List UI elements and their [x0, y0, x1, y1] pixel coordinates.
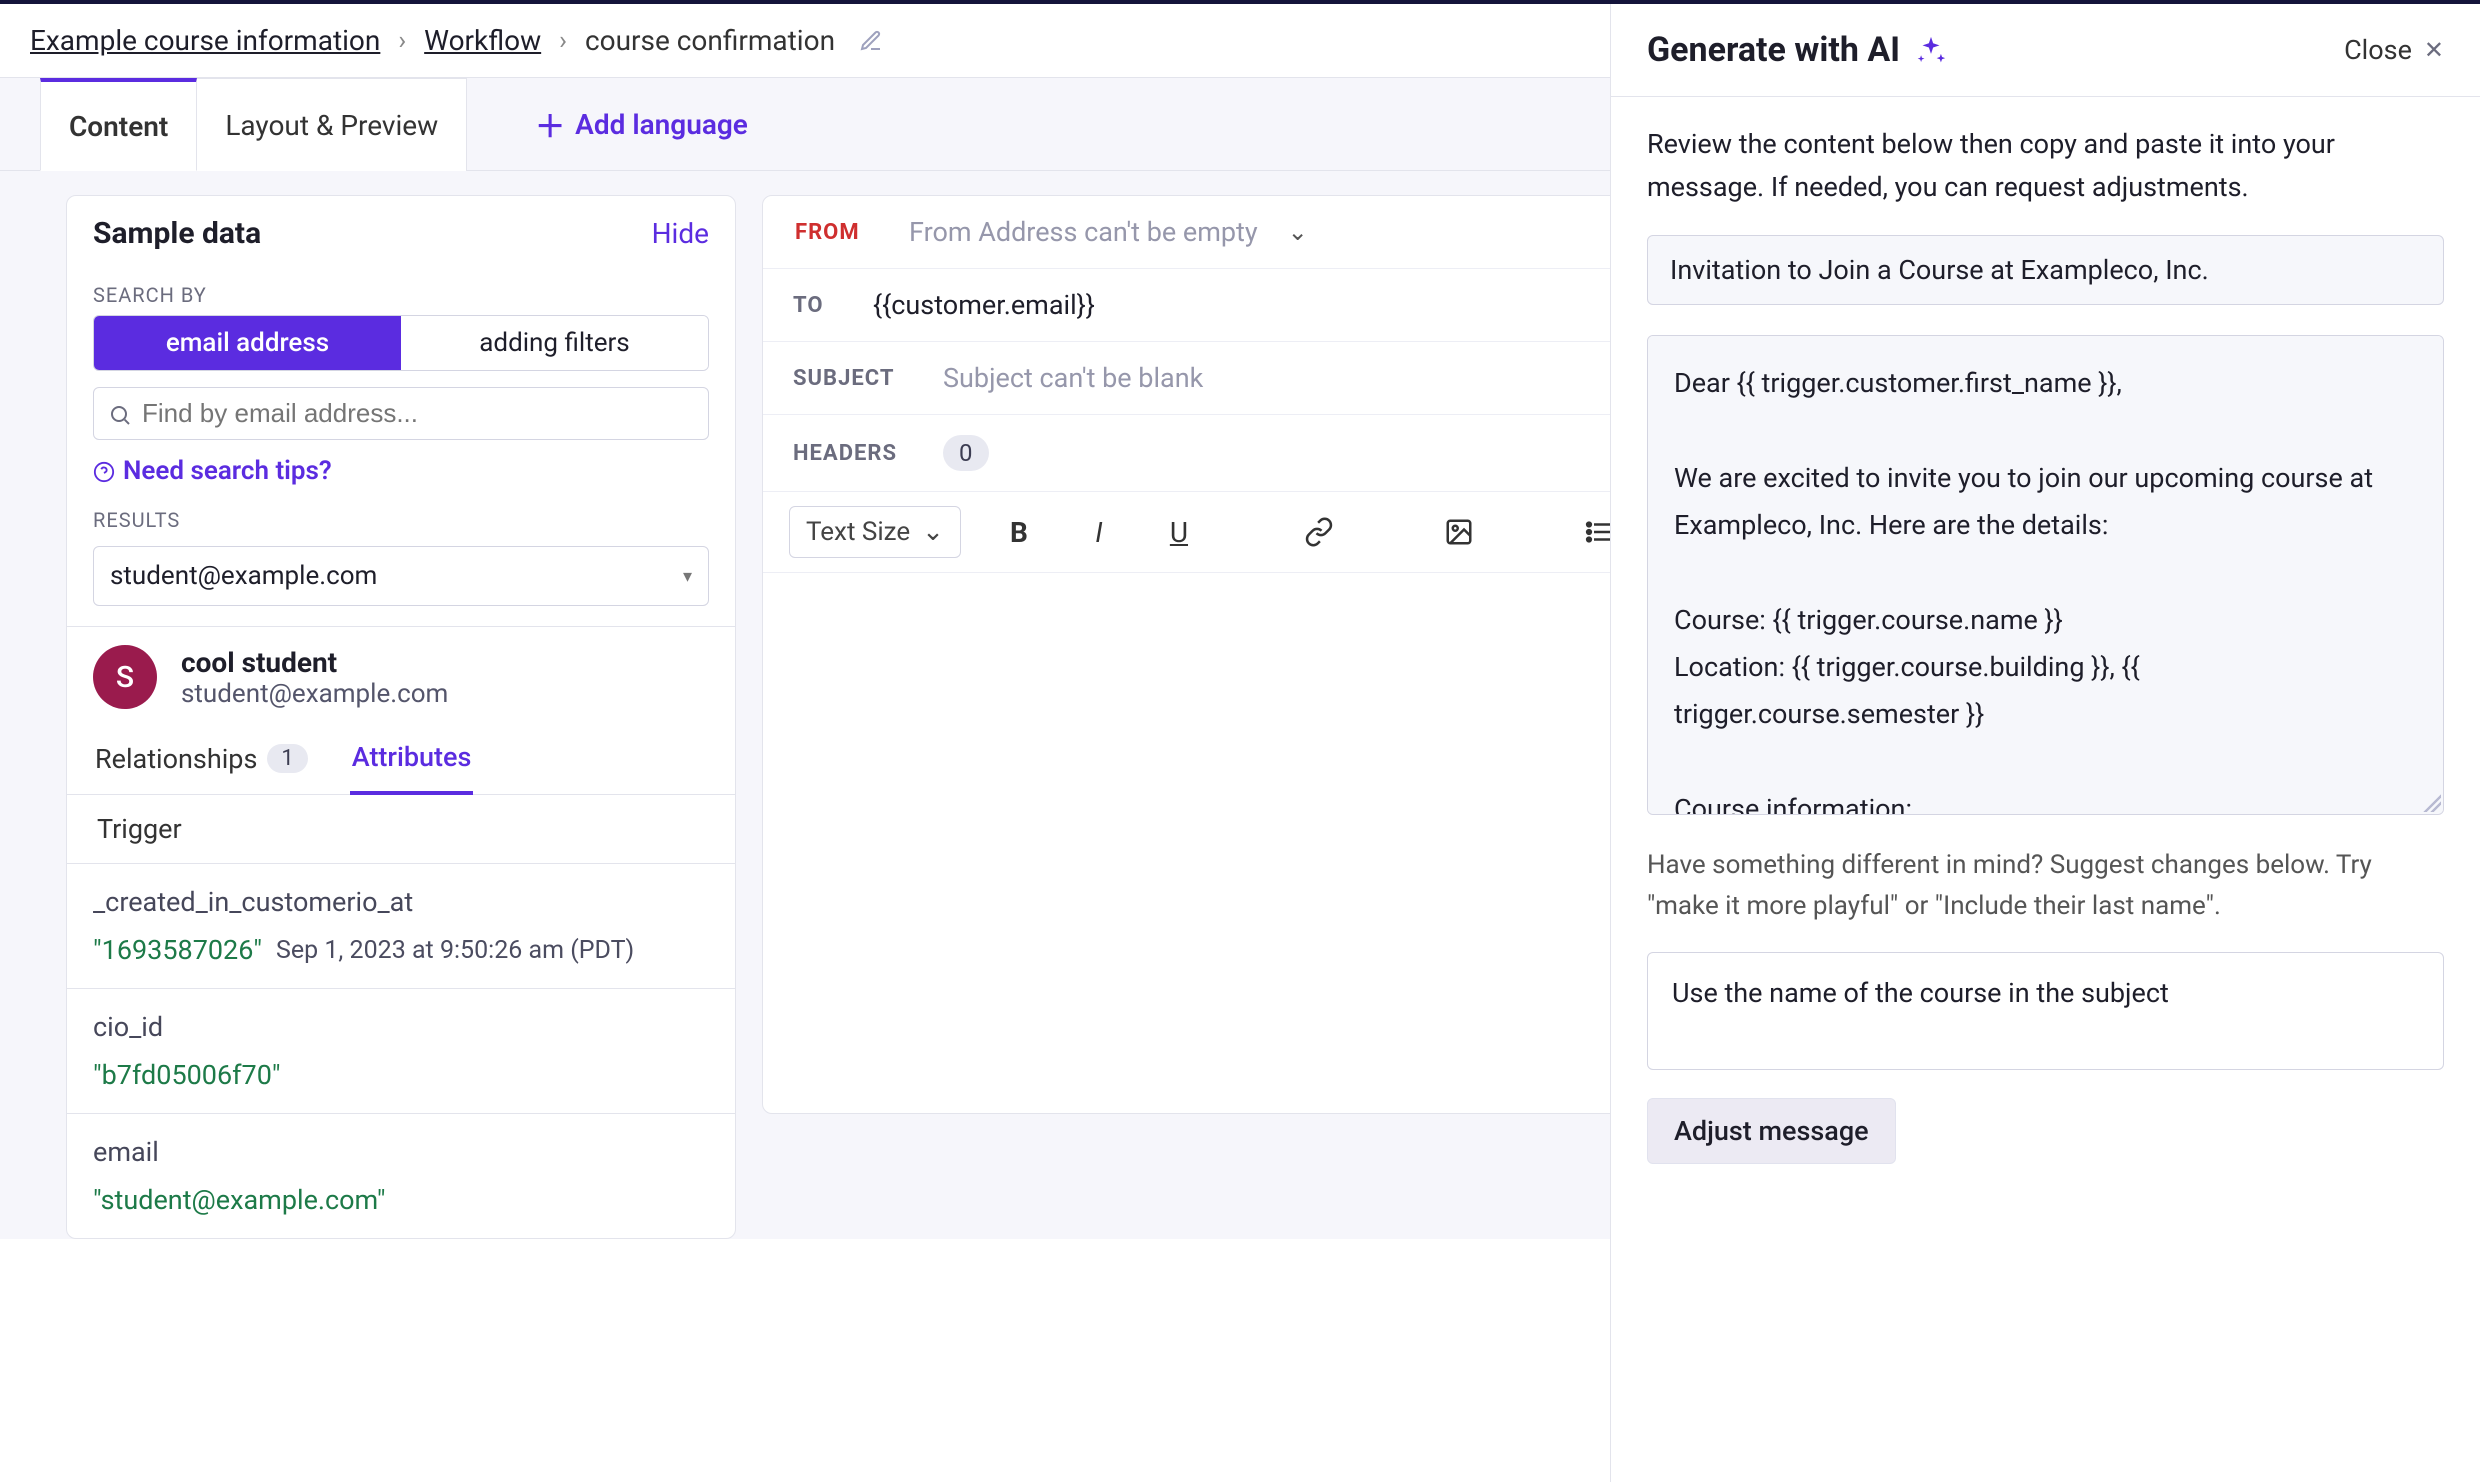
- search-input-wrap: [93, 387, 709, 440]
- ai-panel-title: Generate with AI: [1647, 30, 1948, 70]
- sample-data-panel: Sample data Hide SEARCH BY email address…: [66, 195, 736, 1239]
- ai-panel-description: Review the content below then copy and p…: [1647, 123, 2444, 209]
- sparkles-icon: [1914, 32, 1948, 68]
- relationships-count: 1: [267, 744, 307, 773]
- chevron-down-icon[interactable]: ⌄: [1288, 218, 1308, 246]
- headers-count: 0: [943, 435, 989, 471]
- plus-icon: ＋: [535, 102, 565, 146]
- attribute-key: cio_id: [93, 1011, 709, 1043]
- headers-label: HEADERS: [793, 441, 913, 466]
- tab-relationships[interactable]: Relationships 1: [93, 729, 310, 794]
- chevron-right-icon: ›: [398, 26, 406, 56]
- close-button[interactable]: Close ✕: [2344, 34, 2444, 66]
- add-language-label: Add language: [575, 108, 748, 141]
- subject-placeholder[interactable]: Subject can't be blank: [943, 362, 1203, 394]
- attribute-key: _created_in_customerio_at: [93, 886, 709, 918]
- results-selected-value: student@example.com: [110, 561, 377, 591]
- link-button[interactable]: [1297, 510, 1341, 554]
- italic-button[interactable]: I: [1077, 510, 1121, 554]
- attribute-item: email "student@example.com": [67, 1113, 735, 1238]
- edit-icon[interactable]: [859, 28, 883, 53]
- ai-hint-text: Have something different in mind? Sugges…: [1647, 845, 2444, 926]
- breadcrumb-root[interactable]: Example course information: [30, 24, 380, 57]
- profile-email: student@example.com: [181, 679, 448, 709]
- attribute-key: email: [93, 1136, 709, 1168]
- search-by-label: SEARCH BY: [67, 265, 735, 315]
- attribute-value: "1693587026": [93, 934, 262, 966]
- attributes-list: _created_in_customerio_at "1693587026" S…: [67, 863, 735, 1238]
- breadcrumb-current: course confirmation: [585, 24, 835, 57]
- hide-link[interactable]: Hide: [652, 217, 709, 250]
- adjust-message-button[interactable]: Adjust message: [1647, 1098, 1896, 1164]
- search-icon: [108, 399, 132, 429]
- breadcrumb-workflow[interactable]: Workflow: [424, 24, 541, 57]
- attribute-timestamp: Sep 1, 2023 at 9:50:26 am (PDT): [276, 936, 634, 965]
- from-placeholder[interactable]: From Address can't be empty: [909, 216, 1258, 248]
- search-tips-link[interactable]: Need search tips?: [67, 444, 735, 490]
- search-by-segment: email address adding filters: [93, 315, 709, 371]
- ai-generated-subject[interactable]: Invitation to Join a Course at Exampleco…: [1647, 235, 2444, 305]
- chevron-right-icon: ›: [559, 26, 567, 56]
- chevron-down-icon: ▾: [683, 566, 692, 587]
- close-icon: ✕: [2424, 36, 2444, 64]
- to-value[interactable]: {{customer.email}}: [873, 289, 1095, 321]
- profile-name: cool student: [181, 646, 448, 679]
- attribute-item: cio_id "b7fd05006f70": [67, 988, 735, 1113]
- chevron-down-icon: ⌄: [922, 517, 944, 547]
- trigger-row[interactable]: Trigger: [67, 795, 735, 863]
- segment-email-address[interactable]: email address: [94, 316, 401, 370]
- attribute-item: _created_in_customerio_at "1693587026" S…: [67, 863, 735, 988]
- attribute-value: "student@example.com": [93, 1184, 386, 1216]
- generate-ai-panel: Generate with AI Close ✕ Review the cont…: [1610, 4, 2480, 1482]
- underline-button[interactable]: U: [1157, 510, 1201, 554]
- ai-suggest-input[interactable]: Use the name of the course in the subjec…: [1647, 952, 2444, 1070]
- from-label: FROM: [789, 218, 879, 247]
- tab-attributes[interactable]: Attributes: [350, 729, 474, 795]
- results-label: RESULTS: [67, 490, 735, 540]
- avatar: S: [93, 645, 157, 709]
- sample-data-title: Sample data: [93, 216, 261, 251]
- image-button[interactable]: [1437, 510, 1481, 554]
- subject-label: SUBJECT: [793, 366, 913, 391]
- help-icon: [93, 456, 115, 486]
- search-input[interactable]: [142, 398, 694, 429]
- results-select[interactable]: student@example.com ▾: [93, 546, 709, 606]
- tab-content[interactable]: Content: [40, 78, 197, 171]
- bold-button[interactable]: B: [997, 510, 1041, 554]
- profile-card: S cool student student@example.com: [67, 626, 735, 723]
- attribute-value: "b7fd05006f70": [93, 1059, 281, 1091]
- add-language-button[interactable]: ＋ Add language: [507, 78, 776, 170]
- segment-adding-filters[interactable]: adding filters: [401, 316, 708, 370]
- text-size-select[interactable]: Text Size ⌄: [789, 506, 961, 558]
- tab-layout-preview[interactable]: Layout & Preview: [197, 78, 467, 171]
- to-label: TO: [793, 293, 843, 318]
- ai-generated-body[interactable]: Dear {{ trigger.customer.first_name }}, …: [1647, 335, 2444, 815]
